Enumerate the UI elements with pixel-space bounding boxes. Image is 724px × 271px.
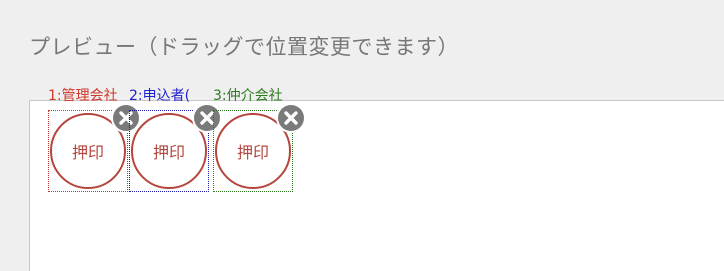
stamp-1[interactable]: 押印 — [48, 103, 141, 192]
stamp-3[interactable]: 押印 — [213, 103, 306, 192]
stamp-2[interactable]: 押印 — [129, 103, 222, 192]
close-icon — [278, 105, 304, 131]
preview-heading: プレビュー（ドラッグで位置変更できます） — [29, 35, 459, 59]
remove-stamp-3-button[interactable] — [276, 103, 306, 133]
